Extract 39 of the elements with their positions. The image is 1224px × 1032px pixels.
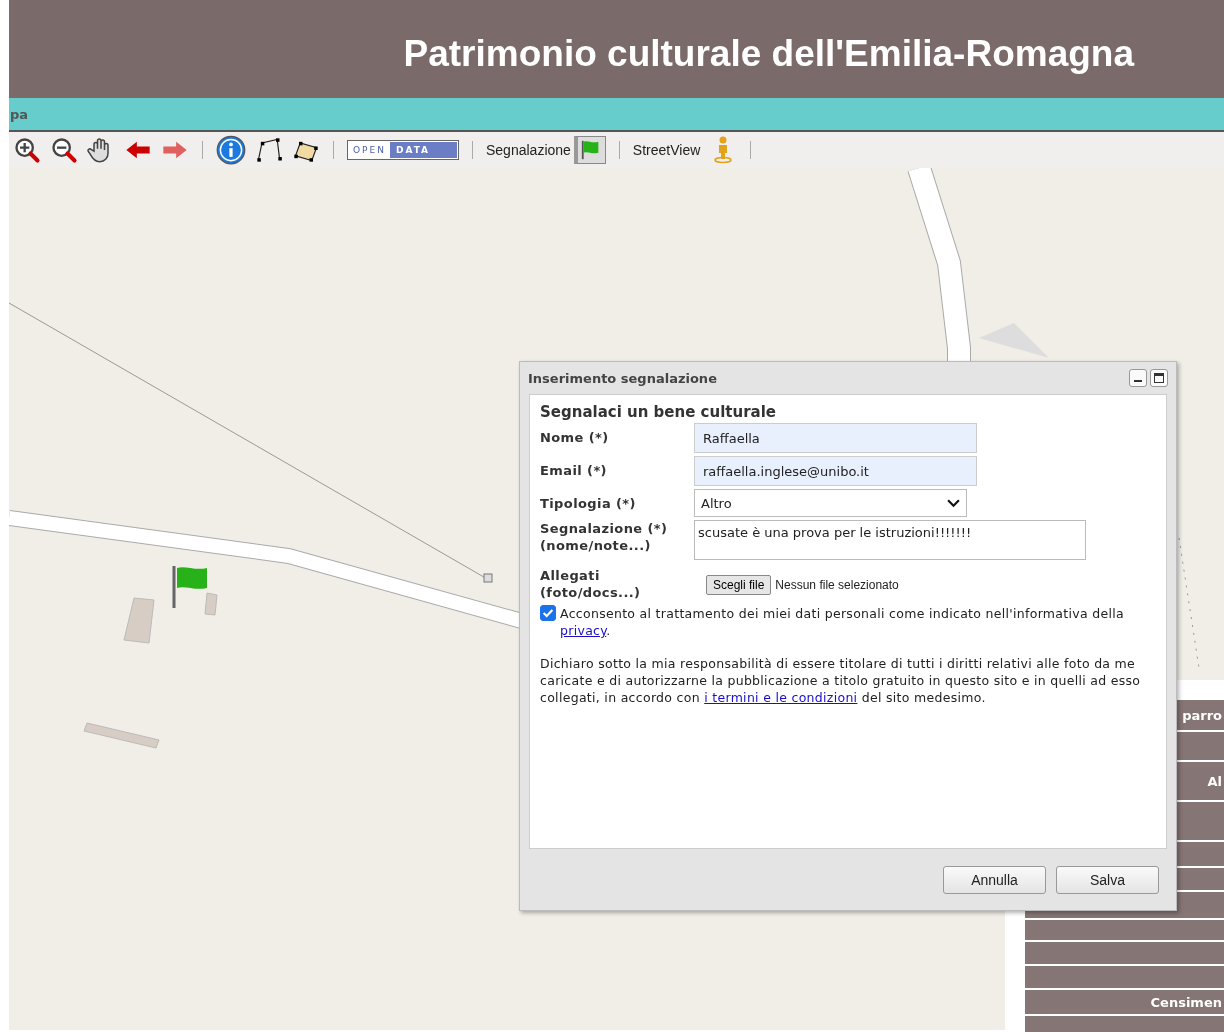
report-textarea[interactable]: scusate è una prova per le istruzioni!!!!!!! — [694, 520, 1086, 560]
open-data-label: DATA — [389, 142, 457, 158]
field-label: Allegati — [540, 567, 601, 584]
form-heading: Segnalaci un bene culturale — [540, 403, 777, 421]
consent-checkbox[interactable] — [540, 605, 556, 621]
field-sublabel: (nome/note...) — [540, 537, 652, 554]
zoom-out-icon[interactable] — [50, 136, 78, 164]
field-label: Segnalazione (*) — [540, 520, 669, 537]
field-label: Nome (*) — [540, 429, 610, 446]
file-status: Nessun file selezionato — [775, 578, 899, 592]
text-input[interactable]: Raffaella — [694, 423, 977, 453]
open-data-label: OPEN — [352, 144, 387, 157]
field-label: Email (*) — [540, 462, 608, 479]
streetview-label: StreetView — [632, 142, 701, 158]
type-dropdown[interactable]: Altro — [694, 489, 967, 517]
dialog-title: Inserimento segnalazione — [528, 370, 718, 386]
cancel-button[interactable]: Annulla — [943, 865, 1046, 894]
zoom-in-icon[interactable] — [13, 136, 41, 164]
measure-line-icon[interactable] — [255, 136, 283, 164]
menu-label[interactable]: pa — [10, 106, 29, 122]
panel-row-label: parro — [1182, 707, 1223, 723]
maximize-button[interactable] — [1150, 369, 1168, 387]
choose-file-button[interactable]: Scegli file — [706, 575, 772, 595]
site-title: Patrimonio culturale dell'Emilia-Romagna — [403, 33, 1134, 75]
declaration-text: Dichiaro sotto la mia responsabilità di essere titolare di tutti i diritti relativi alle foto da me caricate e di autorizzarne la pubblicazione a titolo gratuito in questo sito e in quelli ad esso collegati, in accordo con i termini e le condizioni del sito medesimo. — [540, 655, 1142, 706]
report-flag-button[interactable] — [573, 136, 606, 164]
text-input[interactable]: raffaella.inglese@unibo.it — [694, 456, 977, 486]
info-icon[interactable] — [216, 135, 246, 165]
field-label: Tipologia (*) — [540, 495, 637, 512]
panel-row-label: Censimen — [1150, 994, 1223, 1010]
report-label: Segnalazione — [486, 142, 571, 158]
consent-text: Acconsento al trattamento dei miei dati personali come indicato nell'informativa della privacy. — [560, 605, 1125, 639]
chevron-down-icon — [947, 498, 960, 508]
open-data-badge[interactable]: OPEN DATA — [347, 140, 459, 160]
minimize-button[interactable] — [1129, 369, 1147, 387]
save-button[interactable]: Salva — [1056, 865, 1159, 894]
panel-row-label: Al — [1207, 773, 1223, 789]
field-sublabel: (foto/docs...) — [540, 584, 642, 601]
terms-link[interactable]: i termini e le condizioni — [704, 690, 858, 705]
